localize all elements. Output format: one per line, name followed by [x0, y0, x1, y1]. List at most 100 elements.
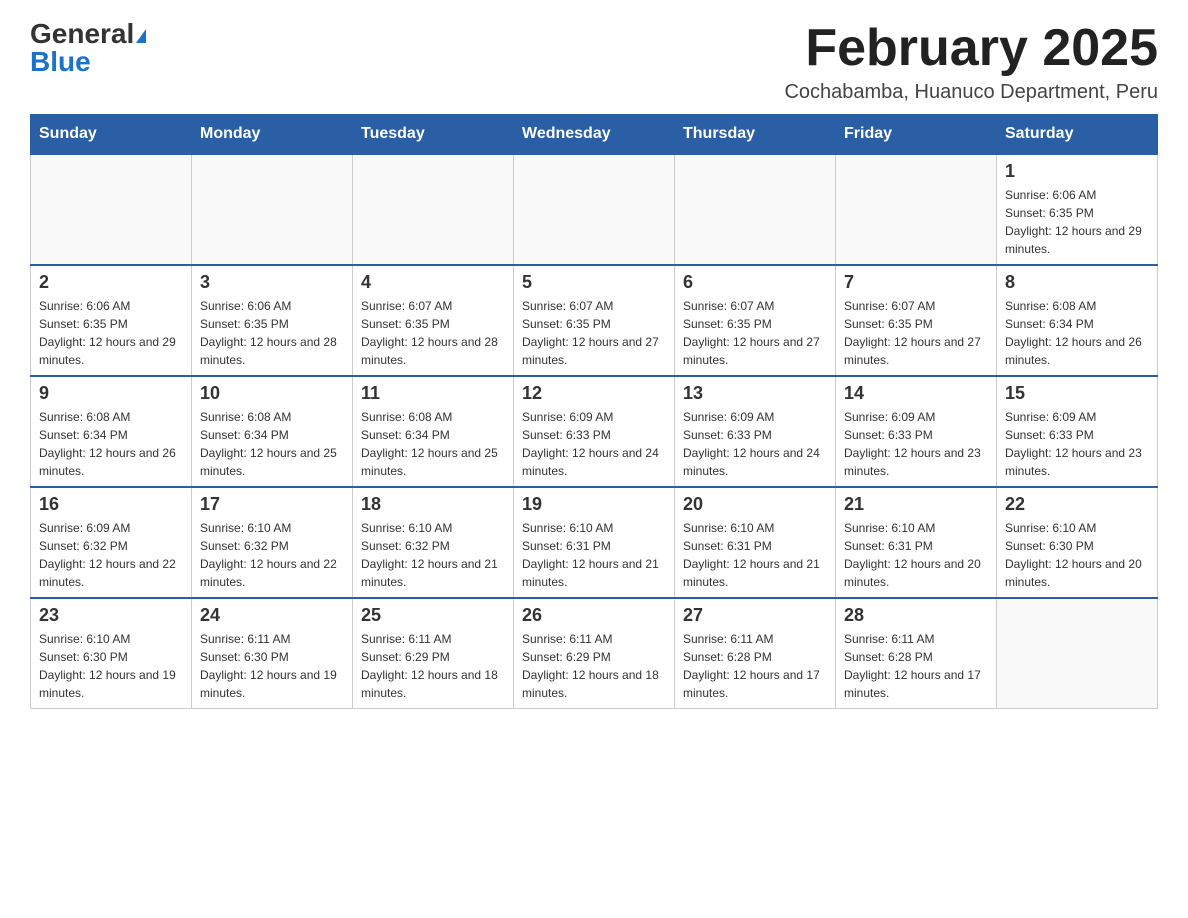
day-number: 10 [200, 383, 344, 404]
day-info: Sunrise: 6:11 AMSunset: 6:30 PMDaylight:… [200, 630, 344, 702]
page-header: General Blue February 2025 Cochabamba, H… [30, 20, 1158, 104]
table-row: 9Sunrise: 6:08 AMSunset: 6:34 PMDaylight… [31, 376, 192, 487]
week-row-1: 1 Sunrise: 6:06 AMSunset: 6:35 PMDaylight… [31, 154, 1158, 265]
table-row: 8 Sunrise: 6:08 AMSunset: 6:34 PMDaylight… [997, 265, 1158, 376]
day-info: Sunrise: 6:09 AMSunset: 6:33 PMDaylight:… [522, 408, 666, 480]
table-row [997, 598, 1158, 709]
table-row: 7 Sunrise: 6:07 AMSunset: 6:35 PMDaylight… [836, 265, 997, 376]
header-sunday: Sunday [31, 115, 192, 155]
day-info: Sunrise: 6:11 AMSunset: 6:28 PMDaylight:… [844, 630, 988, 702]
table-row [514, 154, 675, 265]
day-info: Sunrise: 6:10 AMSunset: 6:31 PMDaylight:… [683, 519, 827, 591]
day-number: 22 [1005, 494, 1149, 515]
logo-blue-text: Blue [30, 46, 91, 77]
day-number: 21 [844, 494, 988, 515]
table-row: 2Sunrise: 6:06 AMSunset: 6:35 PMDaylight… [31, 265, 192, 376]
header-tuesday: Tuesday [353, 115, 514, 155]
day-info: Sunrise: 6:09 AMSunset: 6:33 PMDaylight:… [1005, 408, 1149, 480]
table-row: 27Sunrise: 6:11 AMSunset: 6:28 PMDayligh… [675, 598, 836, 709]
table-row: 11Sunrise: 6:08 AMSunset: 6:34 PMDayligh… [353, 376, 514, 487]
day-number: 16 [39, 494, 183, 515]
day-info: Sunrise: 6:06 AMSunset: 6:35 PMDaylight:… [200, 297, 344, 369]
day-info: Sunrise: 6:07 AMSunset: 6:35 PMDaylight:… [361, 297, 505, 369]
table-row [836, 154, 997, 265]
day-number: 14 [844, 383, 988, 404]
day-number: 18 [361, 494, 505, 515]
table-row: 3 Sunrise: 6:06 AMSunset: 6:35 PMDaylight… [192, 265, 353, 376]
day-info: Sunrise: 6:07 AMSunset: 6:35 PMDaylight:… [844, 297, 988, 369]
table-row: 25 Sunrise: 6:11 AMSunset: 6:29 PMDayligh… [353, 598, 514, 709]
day-number: 17 [200, 494, 344, 515]
logo: General Blue [30, 20, 146, 76]
day-info: Sunrise: 6:08 AMSunset: 6:34 PMDaylight:… [361, 408, 505, 480]
table-row: 5 Sunrise: 6:07 AMSunset: 6:35 PMDaylight… [514, 265, 675, 376]
header-monday: Monday [192, 115, 353, 155]
day-info: Sunrise: 6:08 AMSunset: 6:34 PMDaylight:… [200, 408, 344, 480]
day-info: Sunrise: 6:11 AMSunset: 6:29 PMDaylight:… [361, 630, 505, 702]
day-number: 7 [844, 272, 988, 293]
day-info: Sunrise: 6:09 AMSunset: 6:32 PMDaylight:… [39, 519, 183, 591]
logo-blue-row: Blue [30, 48, 91, 76]
day-number: 24 [200, 605, 344, 626]
table-row: 24 Sunrise: 6:11 AMSunset: 6:30 PMDayligh… [192, 598, 353, 709]
day-number: 28 [844, 605, 988, 626]
table-row: 26 Sunrise: 6:11 AMSunset: 6:29 PMDayligh… [514, 598, 675, 709]
day-number: 2 [39, 272, 183, 293]
day-info: Sunrise: 6:11 AMSunset: 6:29 PMDaylight:… [522, 630, 666, 702]
day-number: 1 [1005, 161, 1149, 182]
table-row: 23 Sunrise: 6:10 AMSunset: 6:30 PMDayligh… [31, 598, 192, 709]
day-number: 20 [683, 494, 827, 515]
calendar-table: Sunday Monday Tuesday Wednesday Thursday… [30, 114, 1158, 709]
day-info: Sunrise: 6:10 AMSunset: 6:31 PMDaylight:… [844, 519, 988, 591]
day-info: Sunrise: 6:10 AMSunset: 6:32 PMDaylight:… [200, 519, 344, 591]
header-saturday: Saturday [997, 115, 1158, 155]
day-info: Sunrise: 6:09 AMSunset: 6:33 PMDaylight:… [844, 408, 988, 480]
table-row: 28 Sunrise: 6:11 AMSunset: 6:28 PMDayligh… [836, 598, 997, 709]
day-number: 19 [522, 494, 666, 515]
day-info: Sunrise: 6:09 AMSunset: 6:33 PMDaylight:… [683, 408, 827, 480]
table-row: 22 Sunrise: 6:10 AMSunset: 6:30 PMDayligh… [997, 487, 1158, 598]
week-row-2: 2 Sunrise: 6:06 AMSunset: 6:35 PMDaylight… [31, 265, 1158, 376]
logo-arrow-icon [136, 29, 146, 43]
table-row [31, 154, 192, 265]
day-number: 5 [522, 272, 666, 293]
day-info: Sunrise: 6:10 AMSunset: 6:30 PMDaylight:… [39, 630, 183, 702]
weekday-header-row: Sunday Monday Tuesday Wednesday Thursday… [31, 115, 1158, 155]
day-info: Sunrise: 6:08 AMSunset: 6:34 PMDaylight:… [39, 408, 183, 480]
day-info: Sunrise: 6:06 AMSunset: 6:35 PMDaylight:… [1005, 186, 1149, 258]
day-number: 25 [361, 605, 505, 626]
table-row [353, 154, 514, 265]
table-row: 6Sunrise: 6:07 AMSunset: 6:35 PMDaylight… [675, 265, 836, 376]
day-info: Sunrise: 6:07 AMSunset: 6:35 PMDaylight:… [522, 297, 666, 369]
week-row-3: 9Sunrise: 6:08 AMSunset: 6:34 PMDaylight… [31, 376, 1158, 487]
day-number: 6 [683, 272, 827, 293]
table-row: 17 Sunrise: 6:10 AMSunset: 6:32 PMDayligh… [192, 487, 353, 598]
table-row: 10 Sunrise: 6:08 AMSunset: 6:34 PMDayligh… [192, 376, 353, 487]
day-number: 23 [39, 605, 183, 626]
table-row: 16 Sunrise: 6:09 AMSunset: 6:32 PMDayligh… [31, 487, 192, 598]
day-number: 8 [1005, 272, 1149, 293]
header-wednesday: Wednesday [514, 115, 675, 155]
day-number: 15 [1005, 383, 1149, 404]
table-row: 18Sunrise: 6:10 AMSunset: 6:32 PMDayligh… [353, 487, 514, 598]
week-row-4: 16 Sunrise: 6:09 AMSunset: 6:32 PMDayligh… [31, 487, 1158, 598]
header-friday: Friday [836, 115, 997, 155]
day-info: Sunrise: 6:10 AMSunset: 6:31 PMDaylight:… [522, 519, 666, 591]
table-row: 4Sunrise: 6:07 AMSunset: 6:35 PMDaylight… [353, 265, 514, 376]
day-number: 13 [683, 383, 827, 404]
table-row: 15 Sunrise: 6:09 AMSunset: 6:33 PMDayligh… [997, 376, 1158, 487]
table-row: 14 Sunrise: 6:09 AMSunset: 6:33 PMDayligh… [836, 376, 997, 487]
week-row-5: 23 Sunrise: 6:10 AMSunset: 6:30 PMDayligh… [31, 598, 1158, 709]
day-info: Sunrise: 6:10 AMSunset: 6:30 PMDaylight:… [1005, 519, 1149, 591]
day-number: 12 [522, 383, 666, 404]
day-number: 26 [522, 605, 666, 626]
table-row: 21 Sunrise: 6:10 AMSunset: 6:31 PMDayligh… [836, 487, 997, 598]
logo-general-row: General [30, 20, 146, 48]
day-number: 3 [200, 272, 344, 293]
logo-general-text: General [30, 18, 134, 49]
table-row [192, 154, 353, 265]
calendar-subtitle: Cochabamba, Huanuco Department, Peru [784, 81, 1158, 104]
day-info: Sunrise: 6:08 AMSunset: 6:34 PMDaylight:… [1005, 297, 1149, 369]
table-row: 12 Sunrise: 6:09 AMSunset: 6:33 PMDayligh… [514, 376, 675, 487]
day-number: 27 [683, 605, 827, 626]
